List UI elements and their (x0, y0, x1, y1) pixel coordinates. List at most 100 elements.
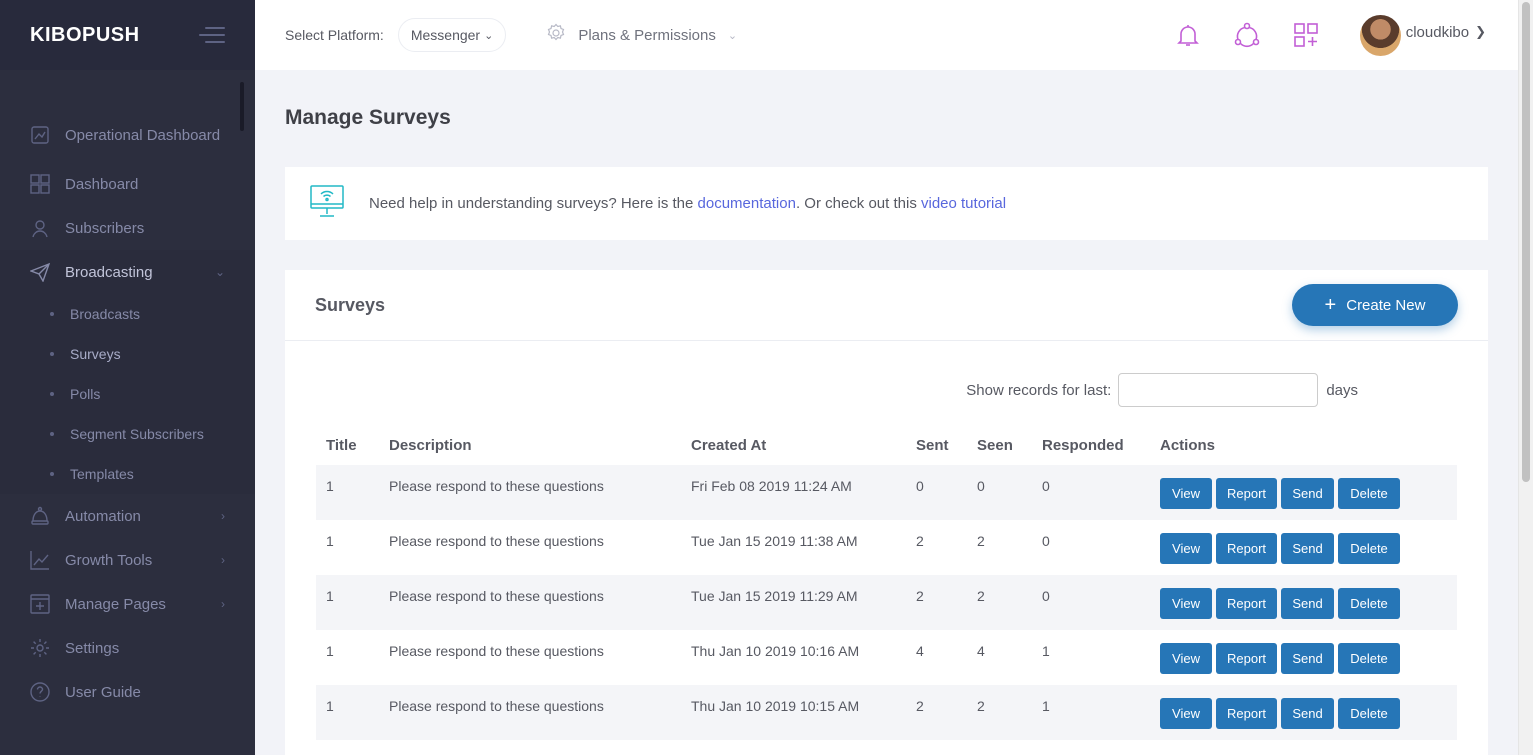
delete-button[interactable]: Delete (1338, 588, 1400, 619)
report-button[interactable]: Report (1216, 533, 1277, 564)
view-button[interactable]: View (1160, 643, 1212, 674)
delete-button[interactable]: Delete (1338, 533, 1400, 564)
plans-permissions-menu[interactable]: Plans & Permissions ⌄ (546, 23, 737, 47)
sidebar-scrollbar[interactable] (240, 82, 244, 131)
page-title: Manage Surveys (285, 106, 451, 129)
sidebar-subitem-polls[interactable]: Polls (0, 374, 255, 414)
cell-title: 1 (326, 643, 334, 659)
view-button[interactable]: View (1160, 588, 1212, 619)
hamburger-icon[interactable] (199, 27, 225, 43)
surveys-portlet: Surveys + Create New Show records for la… (285, 270, 1488, 755)
create-new-label: Create New (1346, 296, 1426, 314)
user-icon (30, 218, 50, 238)
create-new-button[interactable]: + Create New (1292, 284, 1458, 326)
avatar (1359, 14, 1401, 56)
days-input[interactable] (1118, 373, 1319, 407)
share-network-icon[interactable] (1234, 22, 1260, 48)
gear-icon (30, 638, 50, 658)
brand-bar: KIBOPUSH (0, 0, 255, 70)
send-button[interactable]: Send (1281, 698, 1334, 729)
grid-icon (30, 174, 50, 194)
report-button[interactable]: Report (1216, 698, 1277, 729)
help-text-part: Need help in understanding surveys? Here… (369, 195, 698, 212)
apps-add-icon[interactable] (1293, 22, 1319, 48)
platform-select[interactable]: Messenger ⌄ (397, 18, 507, 52)
col-actions: Actions (1160, 436, 1216, 454)
top-header: Select Platform: Messenger ⌄ Plans & Per… (255, 0, 1518, 70)
broadcasting-submenu: Broadcasts Surveys Polls Segment Subscri… (0, 294, 255, 494)
scrollbar-thumb[interactable] (1522, 2, 1530, 482)
add-page-icon (30, 594, 50, 614)
delete-button[interactable]: Delete (1338, 643, 1400, 674)
platform-value: Messenger (410, 27, 481, 43)
cell-title: 1 (316, 685, 379, 740)
cell-actions: View Report Send Delete (1150, 685, 1457, 740)
cell-created-at: Thu Jan 10 2019 10:15 AM (681, 685, 906, 740)
cell-title: 1 (316, 575, 379, 630)
sidebar-item-label: Automation (65, 507, 141, 525)
cell-responded: 0 (1032, 575, 1150, 630)
chart-icon (30, 125, 50, 145)
cell-description: Please respond to these questions (379, 575, 681, 630)
video-tutorial-link[interactable]: video tutorial (921, 195, 1006, 212)
sidebar-item-settings[interactable]: Settings (0, 626, 255, 670)
chevron-right-icon: › (221, 597, 225, 611)
delete-button[interactable]: Delete (1338, 478, 1400, 509)
chevron-down-icon: ⌄ (214, 265, 225, 279)
sidebar-subitem-segment-subscribers[interactable]: Segment Subscribers (0, 414, 255, 454)
sidebar-item-subscribers[interactable]: Subscribers (0, 206, 255, 250)
sidebar-item-manage-pages[interactable]: Manage Pages › (0, 582, 255, 626)
table-row: 1 Please respond to these questions Thu … (316, 630, 1457, 685)
sidebar-item-operational-dashboard[interactable]: Operational Dashboard (0, 108, 255, 162)
page-scrollbar[interactable] (1518, 0, 1533, 755)
sidebar-item-growth-tools[interactable]: Growth Tools › (0, 538, 255, 582)
table-body: 1 Please respond to these questions Fri … (316, 465, 1457, 740)
sidebar-menu-lower: Automation › Growth Tools › Manage Pages… (0, 494, 255, 714)
sidebar-menu: Operational Dashboard Dashboard Subscrib… (0, 70, 255, 294)
send-button[interactable]: Send (1281, 478, 1334, 509)
col-sent: Sent (916, 436, 949, 454)
sidebar-item-broadcasting[interactable]: Broadcasting ⌄ (0, 250, 255, 294)
report-button[interactable]: Report (1216, 643, 1277, 674)
sidebar-item-label: User Guide (65, 683, 141, 701)
send-button[interactable]: Send (1281, 588, 1334, 619)
chevron-right-icon: › (221, 509, 225, 523)
view-button[interactable]: View (1160, 533, 1212, 564)
bullet-icon (50, 472, 54, 476)
table-row: 1 Please respond to these questions Tue … (316, 520, 1457, 575)
sidebar-item-label: Broadcasting (65, 263, 153, 281)
user-menu[interactable]: cloudkibo ❯ (1359, 14, 1486, 56)
report-button[interactable]: Report (1216, 588, 1277, 619)
sidebar-item-automation[interactable]: Automation › (0, 494, 255, 538)
cell-created-at: Thu Jan 10 2019 10:16 AM (691, 643, 860, 659)
sidebar-subitem-surveys[interactable]: Surveys (0, 334, 255, 374)
plus-icon: + (1324, 294, 1337, 316)
documentation-link[interactable]: documentation (698, 195, 796, 212)
bell-icon[interactable] (1175, 22, 1201, 48)
delete-button[interactable]: Delete (1338, 698, 1400, 729)
col-seen: Seen (977, 436, 1013, 454)
cell-seen: 2 (967, 575, 1032, 630)
sidebar-item-label: Settings (65, 639, 120, 657)
send-button[interactable]: Send (1281, 533, 1334, 564)
cell-responded: 1 (1032, 685, 1150, 740)
cell-created-at: Fri Feb 08 2019 11:24 AM (681, 465, 906, 520)
sidebar-subitem-templates[interactable]: Templates (0, 454, 255, 494)
view-button[interactable]: View (1160, 478, 1212, 509)
sidebar-item-user-guide[interactable]: User Guide (0, 670, 255, 714)
bullet-icon (50, 432, 54, 436)
paper-plane-icon (30, 262, 50, 282)
report-button[interactable]: Report (1216, 478, 1277, 509)
cell-description: Please respond to these questions (389, 533, 604, 549)
surveys-title: Surveys (315, 294, 386, 315)
view-button[interactable]: View (1160, 698, 1212, 729)
sidebar-item-label: Operational Dashboard (65, 126, 221, 144)
cell-created-at: Tue Jan 15 2019 11:29 AM (681, 575, 906, 630)
cell-sent: 2 (906, 685, 967, 740)
sidebar-subitem-broadcasts[interactable]: Broadcasts (0, 294, 255, 334)
submenu-label: Surveys (70, 346, 121, 362)
surveys-table: Title Description Created At Sent Seen R… (316, 425, 1457, 740)
sidebar-item-label: Growth Tools (65, 551, 153, 569)
sidebar-item-dashboard[interactable]: Dashboard (0, 162, 255, 206)
send-button[interactable]: Send (1281, 643, 1334, 674)
